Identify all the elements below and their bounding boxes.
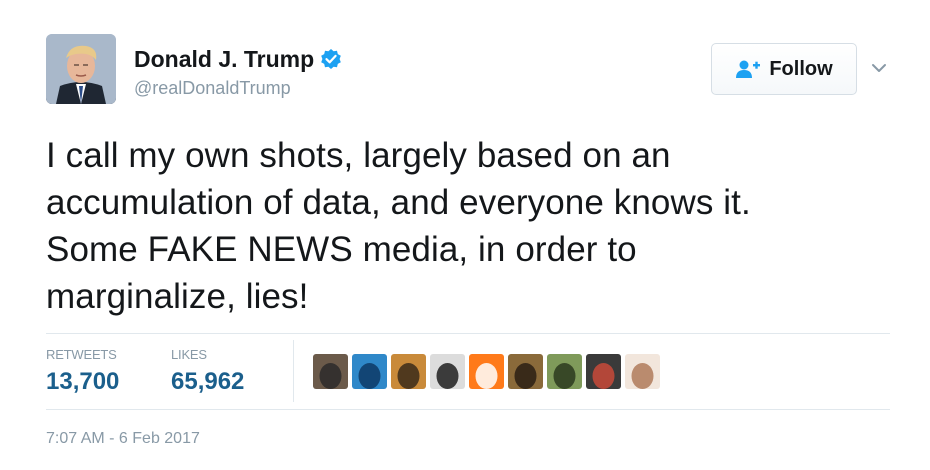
liker-avatars (313, 354, 660, 389)
follow-button[interactable]: Follow (711, 43, 857, 95)
liker-avatar-6[interactable] (508, 354, 543, 389)
user-handle[interactable]: @realDonaldTrump (134, 78, 291, 99)
liker-avatar-4[interactable] (430, 354, 465, 389)
liker-avatar-8[interactable] (586, 354, 621, 389)
liker-avatar-1[interactable] (313, 354, 348, 389)
divider (46, 333, 890, 334)
liker-avatar-3[interactable] (391, 354, 426, 389)
liker-avatar-7[interactable] (547, 354, 582, 389)
profile-avatar-image (46, 34, 116, 104)
liker-avatar-2[interactable] (352, 354, 387, 389)
display-name[interactable]: Donald J. Trump (134, 46, 314, 73)
retweets-label: RETWEETS (46, 347, 117, 362)
stats-separator (293, 340, 294, 402)
verified-badge-icon (320, 48, 342, 70)
likes-stat[interactable]: LIKES 65,962 (171, 347, 244, 396)
retweets-stat[interactable]: RETWEETS 13,700 (46, 347, 119, 396)
liker-avatar-5[interactable] (469, 354, 504, 389)
tweet-card: Donald J. Trump @realDonaldTrump Follow … (0, 0, 930, 470)
tweet-text: I call my own shots, largely based on an… (46, 132, 886, 320)
divider (46, 409, 890, 410)
tweet-text-line: I call my own shots, largely based on an (46, 136, 671, 175)
retweets-count: 13,700 (46, 368, 120, 395)
tweet-text-line: marginalize, lies! (46, 277, 309, 316)
liker-avatar-9[interactable] (625, 354, 660, 389)
tweet-text-line: accumulation of data, and everyone knows… (46, 183, 751, 222)
likes-count: 65,962 (171, 368, 245, 395)
display-name-row: Donald J. Trump (134, 42, 342, 76)
add-user-icon (735, 59, 761, 79)
tweet-text-line: Some FAKE NEWS media, in order to (46, 230, 637, 269)
profile-avatar[interactable] (46, 34, 116, 104)
likes-label: LIKES (171, 347, 207, 362)
more-options-button[interactable] (868, 58, 890, 78)
tweet-timestamp[interactable]: 7:07 AM - 6 Feb 2017 (46, 430, 200, 448)
chevron-down-icon (872, 64, 886, 72)
follow-label: Follow (769, 57, 833, 80)
